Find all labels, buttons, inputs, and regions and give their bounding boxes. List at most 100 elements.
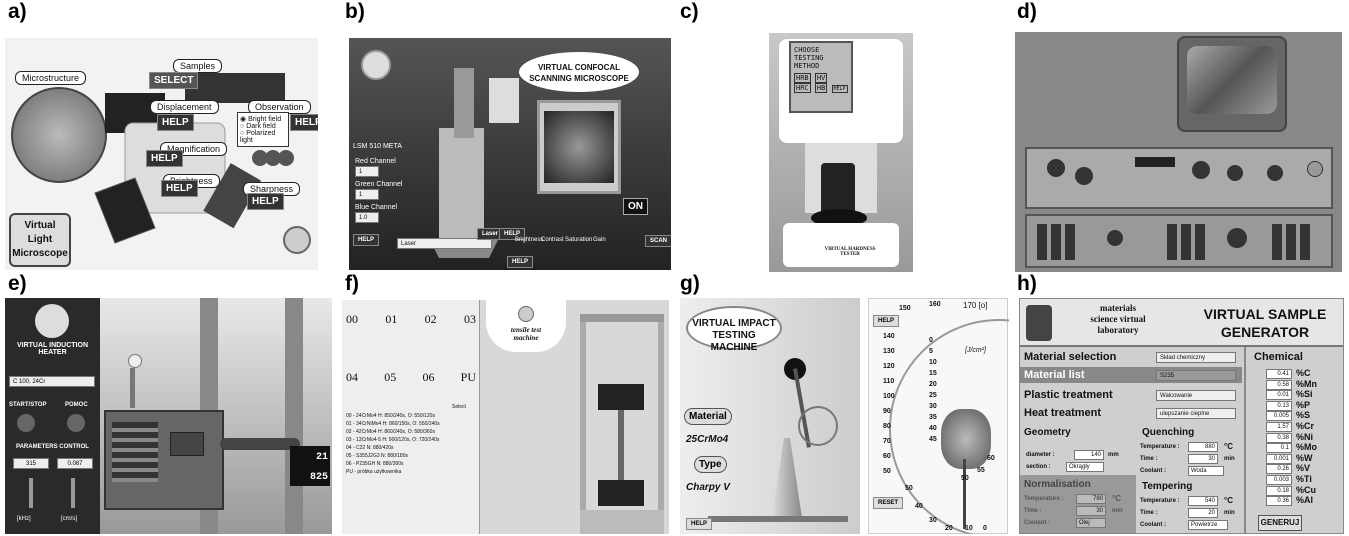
blue-channel-stepper[interactable]: 1.0: [355, 212, 379, 223]
help-button[interactable]: [67, 414, 85, 432]
knob-icon[interactable]: [1267, 165, 1283, 181]
knob-icon[interactable]: [1227, 165, 1243, 181]
quenching-coolant-select[interactable]: Woda: [1188, 466, 1224, 476]
displacement-help-button[interactable]: HELP: [157, 114, 194, 131]
sample-list-item[interactable]: 06 - P235GH N: 880/300s: [346, 460, 476, 468]
sample-02[interactable]: 02: [425, 312, 437, 327]
chemical-input[interactable]: 0.36: [1266, 496, 1292, 507]
chemical-input[interactable]: 0.38: [1266, 432, 1292, 443]
knob-icon[interactable]: [1047, 159, 1065, 177]
chemical-input[interactable]: 0.1: [1266, 443, 1292, 454]
sample-05[interactable]: 05: [384, 370, 396, 385]
speed-slider[interactable]: [71, 478, 75, 508]
reset-button[interactable]: RESET: [873, 497, 904, 509]
chemical-input[interactable]: 0.18: [1266, 485, 1292, 496]
magnification-help-button[interactable]: HELP: [146, 150, 183, 167]
app-title-box: Virtual Light Microscope: [9, 213, 71, 267]
chemical-input[interactable]: 0.003: [1266, 475, 1292, 485]
brightness-help-button[interactable]: HELP: [161, 180, 198, 197]
type-button[interactable]: Type: [694, 456, 727, 473]
sample-list-item[interactable]: 04 - C22 N: 880/420s: [346, 444, 476, 452]
lab-title: materials science virtual laboratory: [1058, 303, 1178, 336]
inner-tick-50: 50: [961, 475, 969, 482]
chemical-element-label: %Ni: [1296, 431, 1314, 442]
chemical-input[interactable]: 1.57: [1266, 422, 1292, 432]
brightness-label: Brightness: [515, 237, 544, 243]
help-button[interactable]: HELP: [353, 234, 380, 246]
material-select[interactable]: C 100, 24Cr: [9, 376, 95, 387]
section-select[interactable]: Okrągły: [1066, 462, 1104, 472]
inner-tick: 30: [929, 403, 937, 410]
sample-list-item[interactable]: 01 - 34CrNiMo4 H: 860/150s, O: 550/240s: [346, 420, 476, 428]
chemical-input[interactable]: 0.001: [1266, 453, 1292, 464]
quenching-temperature-input[interactable]: 880: [1188, 442, 1218, 452]
sample-01[interactable]: 01: [385, 312, 397, 327]
tempering-temperature-input[interactable]: 540: [1188, 496, 1218, 506]
plastic-treatment-select[interactable]: Walcowanie: [1156, 390, 1236, 401]
sample-03[interactable]: 03: [464, 312, 476, 327]
chemical-input[interactable]: 0.13: [1266, 400, 1292, 411]
speed-input[interactable]: 0.087: [57, 458, 93, 469]
select-sample-button[interactable]: SELECT: [149, 72, 199, 89]
material-list-select[interactable]: S235: [1156, 370, 1236, 381]
material-button[interactable]: Material: [684, 408, 732, 425]
chemical-input[interactable]: 0.005: [1266, 411, 1292, 422]
frequency-input[interactable]: 315: [13, 458, 49, 469]
chemical-label: Chemical: [1254, 351, 1303, 363]
knob-icon[interactable]: [1075, 167, 1093, 185]
tempering-time-input[interactable]: 20: [1188, 508, 1218, 518]
tempering-time-unit: min: [1224, 510, 1235, 516]
diameter-input[interactable]: 140: [1074, 450, 1104, 460]
crosshead-top: [580, 314, 664, 322]
help-button-right[interactable]: HELP: [873, 315, 900, 327]
quenching-time-input[interactable]: 30: [1188, 454, 1218, 464]
help-button[interactable]: HELP: [831, 85, 848, 93]
material-list-label: Material list: [1024, 369, 1085, 381]
heat-treatment-select[interactable]: ulepszanie cieplne: [1156, 408, 1236, 419]
hrb-button[interactable]: HRB: [794, 73, 811, 83]
normalisation-temperature-input[interactable]: 780: [1076, 494, 1106, 504]
bright-field-option[interactable]: ◉ Bright field: [240, 115, 286, 123]
normalisation-time-input[interactable]: 30: [1076, 506, 1106, 516]
chemical-input[interactable]: 0.26: [1266, 464, 1292, 475]
knob-icon[interactable]: [1192, 161, 1210, 179]
knob-icon[interactable]: [1107, 230, 1123, 246]
sample-user[interactable]: PU: [461, 370, 476, 385]
normalisation-coolant-select[interactable]: Olej: [1076, 518, 1106, 528]
red-channel-stepper[interactable]: 1: [355, 166, 379, 177]
sample-list-item[interactable]: 02 - 42CrMo4 H: 860/240s, O: 580/360s: [346, 428, 476, 436]
sample-list-item[interactable]: 03 - 13CrMo4-5 H: 900/120s, O: 720/240s: [346, 436, 476, 444]
help-button-left[interactable]: HELP: [686, 518, 713, 530]
sample-06[interactable]: 06: [422, 370, 434, 385]
sample-04[interactable]: 04: [346, 370, 358, 385]
chemical-input[interactable]: 0.58: [1266, 379, 1292, 390]
hrc-button[interactable]: HRC: [794, 83, 811, 93]
sample-list-item[interactable]: 05 - S355J2G3 N: 880/180s: [346, 452, 476, 460]
green-channel-stepper[interactable]: 1: [355, 189, 379, 200]
hv-button[interactable]: HV: [814, 73, 828, 83]
power-button[interactable]: [1307, 161, 1323, 177]
frame-column: [658, 314, 664, 534]
hb-button[interactable]: HB: [814, 83, 828, 93]
chemical-input[interactable]: 0.41: [1266, 369, 1292, 379]
dark-field-option[interactable]: ○ Dark field: [240, 123, 286, 130]
generate-button[interactable]: GENERUJ: [1258, 515, 1302, 531]
material-selection-select[interactable]: Skład chemiczny: [1156, 352, 1236, 363]
observation-help-button[interactable]: HELP: [290, 114, 318, 131]
polarized-light-option[interactable]: ○ Polarized light: [240, 130, 286, 144]
sample-list-item[interactable]: 00 - 24CrMo4 H: 850/240s, O: 550/120s: [346, 412, 476, 420]
frequency-slider[interactable]: [29, 478, 33, 508]
help-button-3[interactable]: HELP: [507, 256, 534, 268]
button-grid[interactable]: [1037, 224, 1077, 260]
sample-00[interactable]: 00: [346, 312, 358, 327]
knob-icon[interactable]: [1227, 228, 1247, 248]
button-grid[interactable]: [1272, 224, 1312, 260]
tempering-coolant-select[interactable]: Powietrze: [1188, 520, 1228, 530]
button-grid[interactable]: [1167, 224, 1207, 260]
on-button[interactable]: ON: [623, 198, 648, 215]
start-stop-button[interactable]: [17, 414, 35, 432]
scan-button[interactable]: SCAN: [645, 235, 671, 247]
sample-list-item[interactable]: PU - próbka użytkownika: [346, 468, 476, 476]
sharpness-help-button[interactable]: HELP: [247, 193, 284, 210]
chemical-input[interactable]: 0.01: [1266, 390, 1292, 401]
